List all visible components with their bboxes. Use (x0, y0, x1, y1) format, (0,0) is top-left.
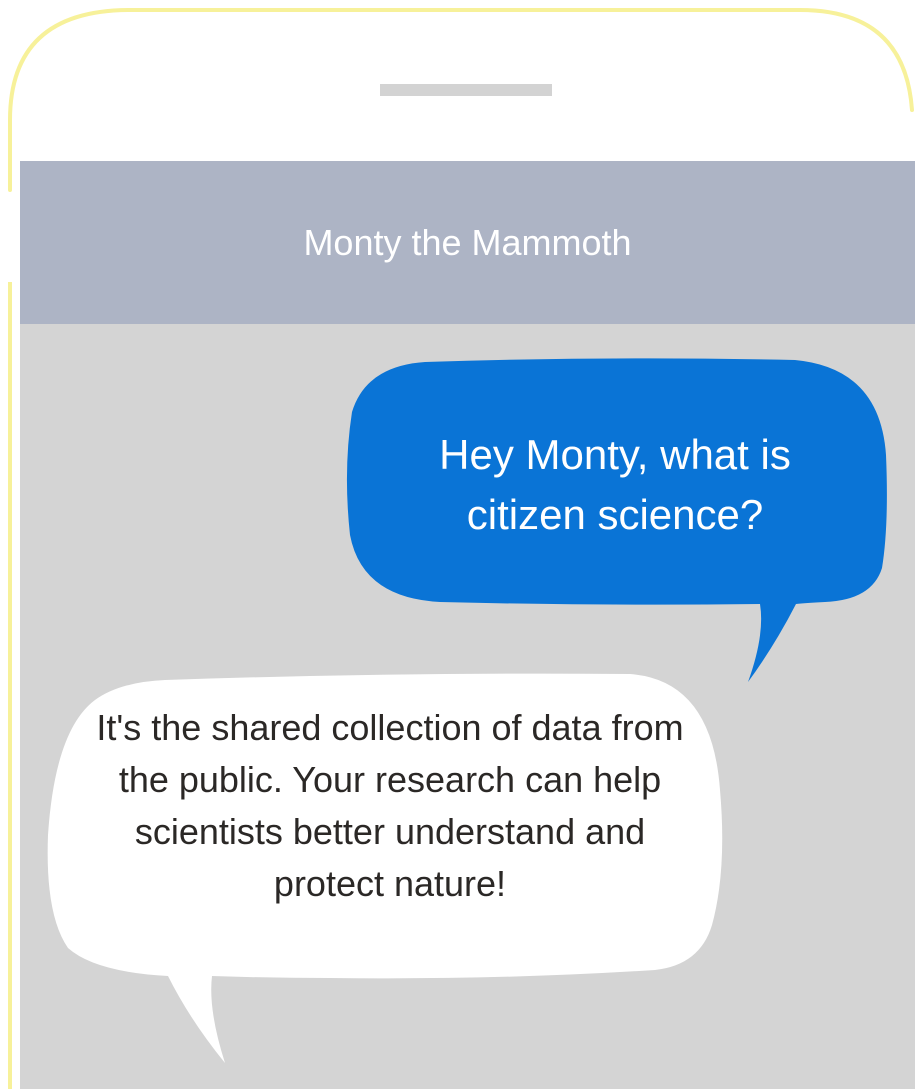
outgoing-message-text: Hey Monty, what is citizen science? (439, 431, 791, 538)
phone-screen: Monty the Mammoth Hey Monty, what is cit… (0, 0, 915, 1089)
incoming-message-text: It's the shared collection of data from … (96, 707, 684, 904)
